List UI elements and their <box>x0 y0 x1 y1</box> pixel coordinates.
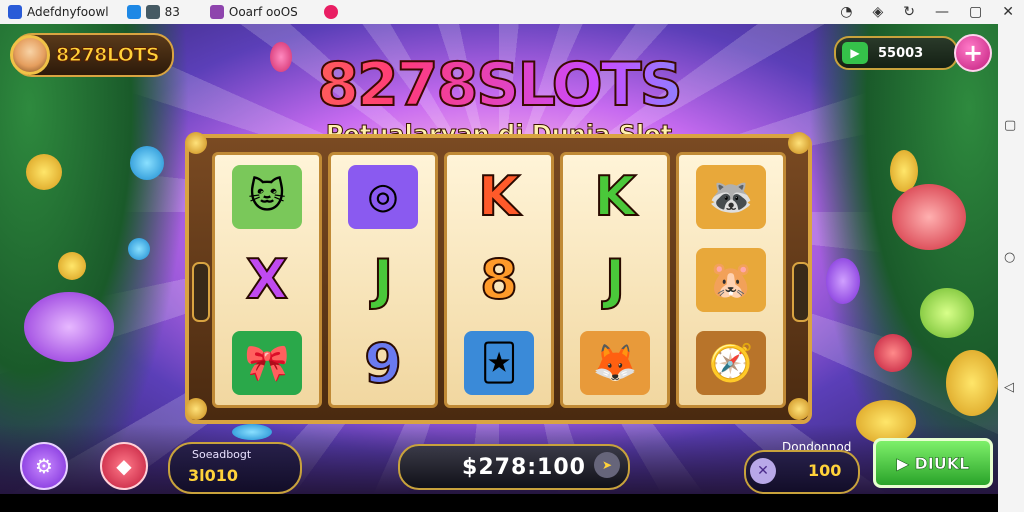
bonus-button[interactable]: ◆ <box>100 442 148 490</box>
compass-symbol: 🧭 <box>696 331 766 396</box>
taskbar-app-2[interactable]: 83 <box>126 5 180 19</box>
maximize-icon[interactable]: ▢ <box>969 4 982 20</box>
close-icon[interactable]: ✕ <box>750 458 776 484</box>
letter-j-green-icon: J <box>604 247 626 312</box>
coin-icon <box>128 238 150 260</box>
taskbar-app-3[interactable]: Ooarf ooOS <box>209 5 298 19</box>
corner-ornament-icon <box>788 398 810 420</box>
corner-ornament-icon <box>788 132 810 154</box>
number-8-icon: 8 <box>479 247 519 312</box>
hamster-symbol: 🐹 <box>696 247 766 312</box>
system-top-bar: Adefdnyfoowl 83 Ooarf ooOS ◔ ◈ ↻ — ▢ ✕ <box>0 0 1024 24</box>
reel-4: K J 🦊 <box>560 152 670 408</box>
corner-ornament-icon <box>185 132 207 154</box>
letter-x-icon: X <box>245 247 289 312</box>
spin-button[interactable]: ▶ DIUKL <box>873 438 993 488</box>
letter-k-icon: K <box>477 164 521 229</box>
app1-icon <box>8 5 22 19</box>
letter-k-green-icon: K <box>593 164 637 229</box>
raccoon-icon: 🦝 <box>679 155 783 238</box>
win-value: $278:100 <box>462 454 586 480</box>
coin-icon <box>946 350 998 416</box>
number-9-icon: 9 <box>363 331 403 396</box>
reel-3: K 8 🃏 <box>444 152 554 408</box>
fox-k-symbol: 🦊 <box>580 331 650 396</box>
chip-icon <box>920 288 974 338</box>
chip-icon <box>24 292 114 362</box>
coin-icon <box>58 252 86 280</box>
back-nav-icon[interactable]: ◁ <box>1004 380 1014 395</box>
letter-j-icon: J <box>372 247 394 312</box>
right-payline-tab <box>792 262 810 322</box>
bet-display[interactable]: Soeadbogt 3l010 <box>168 442 302 494</box>
left-payline-tab <box>192 262 210 322</box>
green-ribbon-symbol: 🎀 <box>232 331 302 396</box>
taskbar-app-4[interactable] <box>323 5 338 19</box>
reel-5: 🦝 🐹 🧭 <box>676 152 786 408</box>
win-display: $278:100 ➤ <box>398 444 630 490</box>
app3-icon <box>209 5 224 19</box>
reel-1: 🐱 X 🎀 <box>212 152 322 408</box>
app2-icon <box>126 5 141 19</box>
settings-icon: ⚙ <box>35 454 53 478</box>
lines-value: 100 <box>808 461 842 480</box>
fox-k-icon: 🦊 <box>563 322 667 405</box>
close-icon[interactable]: ✕ <box>1002 4 1014 20</box>
slot-reels[interactable]: 🐱 X 🎀 ◎ J 9 K 8 🃏 K J 🦊 🦝 🐹 🧭 <box>212 152 786 408</box>
cat-card-icon: 🐱 <box>215 155 319 238</box>
bet-label: Soeadbogt <box>192 448 252 461</box>
settings-button[interactable]: ⚙ <box>20 442 68 490</box>
taskbar-app-1[interactable]: Adefdnyfoowl <box>8 5 109 19</box>
app3-label: Ooarf ooOS <box>228 5 298 19</box>
minimize-icon[interactable]: — <box>935 4 949 20</box>
coin-icon <box>130 146 164 180</box>
clock-icon[interactable]: ◔ <box>840 4 852 20</box>
app1-label: Adefdnyfoowl <box>27 5 109 19</box>
bet-value: 3l010 <box>188 466 239 485</box>
app2-label: 83 <box>164 5 180 19</box>
coin-icon <box>232 424 272 440</box>
spiral-symbol: ◎ <box>348 164 418 229</box>
corner-ornament-icon <box>185 398 207 420</box>
spiral-icon: ◎ <box>331 155 435 238</box>
refresh-icon[interactable]: ↻ <box>903 4 915 20</box>
android-nav-bar: ▢ ○ ◁ <box>998 24 1024 512</box>
raccoon-symbol: 🦝 <box>696 164 766 229</box>
location-icon[interactable]: ◈ <box>873 4 884 20</box>
home-nav-icon[interactable]: ○ <box>1004 250 1015 265</box>
chip-icon <box>892 184 966 250</box>
coin-icon <box>826 258 860 304</box>
lines-display[interactable]: ✕ 100 <box>744 450 860 494</box>
green-ribbon-icon: 🎀 <box>215 322 319 405</box>
reel-2: ◎ J 9 <box>328 152 438 408</box>
card-symbol: 🃏 <box>464 331 534 396</box>
coin-icon <box>26 154 62 190</box>
arrow-icon[interactable]: ➤ <box>594 452 620 478</box>
game-title: 8278SLOTS <box>0 49 998 121</box>
hamster-icon: 🐹 <box>679 238 783 321</box>
app2-secondary-icon <box>145 5 160 19</box>
chip-icon <box>874 334 912 372</box>
card-icon: 🃏 <box>447 322 551 405</box>
game-canvas: 8278LOTS ▶ 55003 + 8278SLOTS Petualaryan… <box>0 24 998 494</box>
square-nav-icon[interactable]: ▢ <box>1004 118 1016 133</box>
gem-icon: ◆ <box>116 454 132 478</box>
cat-card-symbol: 🐱 <box>232 164 302 229</box>
compass-icon: 🧭 <box>679 322 783 405</box>
app4-icon <box>323 5 338 19</box>
